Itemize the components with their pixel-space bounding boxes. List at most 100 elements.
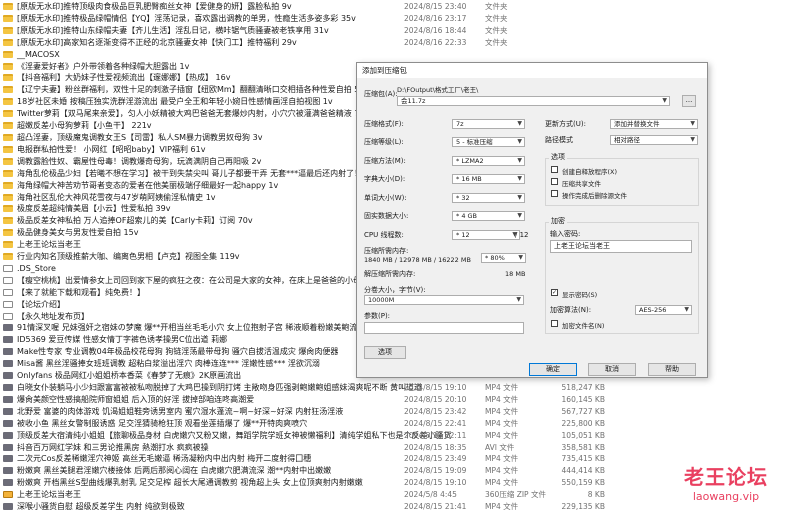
compression-setting-label: 压缩方法(M): (364, 156, 406, 165)
file-size: 229,135 KB (561, 502, 605, 512)
dialog-titlebar[interactable]: 添加到压缩包 (357, 63, 707, 78)
folder-icon (3, 217, 13, 225)
file-icon (3, 312, 13, 320)
compression-setting-label: 固实数据大小: (364, 212, 409, 220)
split-size-label: 分卷大小，字节(V): (364, 286, 426, 294)
compression-setting-label: 单词大小(W): (364, 193, 407, 202)
chevron-down-icon: ▼ (662, 97, 667, 104)
video-file-icon (3, 324, 13, 332)
compression-setting-combo[interactable]: * 32 ▼ (452, 192, 525, 203)
memory-percent-value: * 80% (485, 254, 505, 262)
chevron-down-icon: ▼ (684, 306, 689, 313)
ok-button[interactable]: 确定 (529, 363, 577, 376)
path-mode-value: 相对路径 (614, 136, 640, 144)
folder-icon (3, 38, 13, 46)
folder-icon (3, 3, 13, 10)
video-file-icon (3, 503, 13, 511)
cpu-threads-combo[interactable]: * 12 ▼ (452, 230, 520, 240)
folder-icon (3, 253, 13, 261)
option-checkbox[interactable] (551, 166, 558, 173)
folder-icon (3, 229, 13, 237)
video-file-icon (3, 455, 13, 463)
compression-setting-value: 5 - 标准压缩 (456, 138, 493, 147)
folder-icon (3, 86, 13, 94)
file-date: 2024/8/15 21:41 (404, 502, 467, 512)
params-label: 参数(P): (364, 312, 391, 320)
video-file-icon (3, 419, 13, 427)
path-mode-combo[interactable]: 相对路径 ▼ (610, 135, 698, 145)
update-mode-label: 更新方式(U): (545, 120, 586, 128)
options-group-title: 选项 (549, 152, 567, 162)
folder-icon (3, 50, 13, 58)
chevron-down-icon: ▼ (518, 254, 523, 261)
video-file-icon (3, 372, 13, 380)
video-file-icon (3, 395, 13, 403)
chevron-down-icon: ▼ (516, 296, 521, 303)
memory-percent-combo[interactable]: * 80% ▼ (481, 253, 526, 263)
chevron-down-icon: ▼ (517, 175, 522, 183)
password-label: 输入密码: (550, 230, 581, 238)
show-password-label: 显示密码(S) (562, 291, 598, 299)
folder-icon (3, 193, 13, 201)
folder-icon (3, 145, 13, 153)
update-mode-combo[interactable]: 添加并替换文件 ▼ (610, 119, 698, 129)
video-file-icon (3, 443, 13, 451)
compression-setting-value: * 4 GB (456, 212, 478, 220)
memory-usage-value: 1840 MB / 12978 MB / 16222 MB (364, 256, 471, 264)
option-checkbox[interactable] (551, 190, 558, 197)
file-icon (3, 288, 13, 296)
archive-name-combo[interactable]: 会11.7z ▼ (397, 96, 670, 106)
options-button[interactable]: 选项 (364, 346, 406, 359)
option-checkbox[interactable] (551, 178, 558, 185)
folder-icon (3, 14, 13, 22)
file-icon (3, 264, 13, 272)
browse-button[interactable]: ... (682, 95, 696, 107)
folder-icon (3, 74, 13, 82)
compression-setting-label: 压缩等级(L): (364, 138, 404, 147)
help-button[interactable]: 帮助 (648, 363, 696, 376)
video-file-icon (3, 336, 13, 344)
folder-icon (3, 122, 13, 130)
encryption-method-value: AES-256 (639, 306, 667, 314)
password-input[interactable]: 上老王论坛当老王 (550, 240, 692, 253)
encrypt-filenames-checkbox[interactable] (551, 320, 558, 327)
cancel-button[interactable]: 取消 (588, 363, 636, 376)
split-size-combo[interactable]: 10000M ▼ (364, 295, 524, 305)
decompress-memory-value: 18 MB (505, 270, 526, 278)
compression-setting-value: 7z (456, 120, 464, 128)
compression-setting-combo[interactable]: * 16 MB ▼ (452, 174, 525, 185)
option-label: 操作完成后删除源文件 (562, 192, 627, 200)
chevron-down-icon: ▼ (690, 120, 695, 127)
zip-file-icon (3, 491, 13, 499)
compression-setting-combo[interactable]: 5 - 标准压缩 ▼ (452, 137, 525, 148)
dialog-title: 添加到压缩包 (362, 66, 407, 75)
file-icon (3, 300, 13, 308)
chevron-down-icon: ▼ (517, 120, 522, 127)
option-label: 压缩共享文件 (562, 180, 601, 188)
update-mode-value: 添加并替换文件 (614, 120, 660, 128)
cpu-threads-total: / 12 (515, 231, 529, 239)
archive-path: D:\FOutput\格式工厂\老王\ (397, 86, 479, 94)
compression-setting-label: 压缩格式(F): (364, 120, 404, 128)
folder-icon (3, 62, 13, 70)
compression-setting-combo[interactable]: * LZMA2 ▼ (452, 155, 525, 166)
compression-setting-combo[interactable]: * 4 GB ▼ (452, 211, 525, 221)
add-to-archive-dialog: 添加到压缩包 压缩包(A): D:\FOutput\格式工厂\老王\ 会11.7… (356, 62, 708, 378)
video-file-icon (3, 348, 13, 356)
video-file-icon (3, 407, 13, 415)
folder-icon (3, 181, 13, 189)
path-mode-label: 路径模式 (545, 136, 573, 144)
watermark: 老王论坛 laowang.vip (666, 464, 786, 512)
file-icon (3, 276, 13, 284)
video-file-icon (3, 384, 13, 392)
video-file-icon (3, 360, 13, 368)
encryption-method-combo[interactable]: AES-256 ▼ (635, 305, 692, 315)
params-input[interactable] (364, 322, 524, 334)
show-password-checkbox[interactable]: ✓ (551, 289, 558, 296)
split-size-value: 10000M (368, 296, 395, 304)
folder-icon (3, 110, 13, 118)
chevron-down-icon: ▼ (517, 138, 522, 146)
compression-setting-combo[interactable]: 7z ▼ (452, 119, 525, 129)
folder-icon (3, 169, 13, 177)
check-icon: ✓ (552, 289, 558, 296)
